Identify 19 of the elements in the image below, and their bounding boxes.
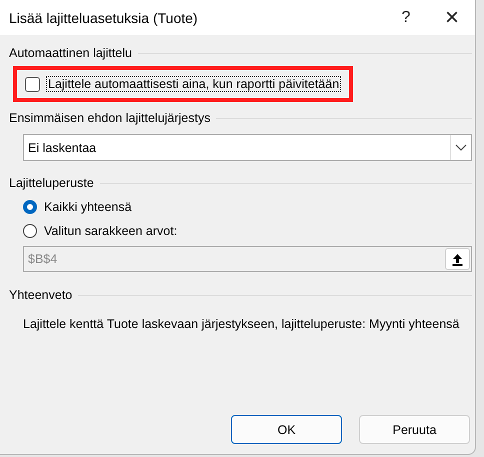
cancel-button[interactable]: Peruuta — [359, 415, 470, 444]
group-heading: Ensimmäisen ehdon lajittelujärjestys — [9, 111, 210, 125]
window-title: Lisää lajitteluasetuksia (Tuote) — [9, 10, 198, 26]
group-heading: Lajitteluperuste — [9, 176, 94, 190]
group-heading: Automaattinen lajittelu — [9, 46, 132, 60]
radio-label[interactable]: Kaikki yhteensä — [44, 200, 132, 214]
radio-button[interactable] — [23, 200, 37, 214]
help-button[interactable]: ? — [383, 0, 429, 35]
close-button[interactable]: × — [429, 0, 475, 35]
radio-button[interactable] — [23, 224, 37, 238]
group-heading: Yhteenveto — [9, 288, 72, 302]
checkbox[interactable] — [25, 76, 40, 92]
summary-text: Lajittele kenttä Tuote laskevaan järjestykseen, lajitteluperuste: Myynti yhteensä — [23, 317, 460, 331]
ok-button[interactable]: OK — [231, 415, 342, 444]
radio-label[interactable]: Valitun sarakkeen arvot: — [44, 224, 178, 238]
chevron-down-icon — [455, 144, 467, 151]
upload-arrow-icon — [452, 252, 463, 266]
checkbox-label[interactable]: Lajittele automaattisesti aina, kun raportti päivitetään — [46, 76, 342, 92]
sort-order-dropdown[interactable]: Ei laskentaa — [23, 134, 472, 161]
